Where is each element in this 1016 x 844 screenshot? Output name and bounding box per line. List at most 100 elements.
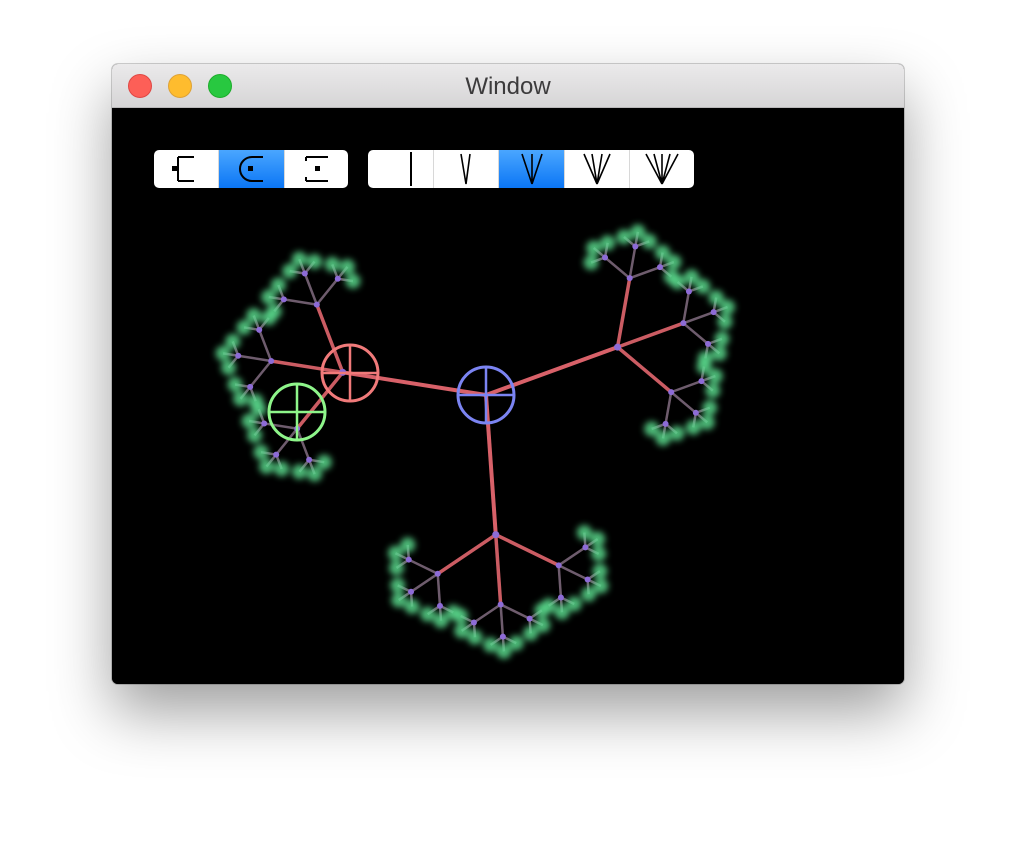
leaf-node [236,319,252,335]
tree-edge [664,391,673,425]
leaf-node [535,617,551,633]
branch-node [235,352,242,359]
five-branches-icon [645,153,679,185]
tree-edge [303,273,318,306]
branch-node [470,619,477,626]
leaf-node [400,537,416,553]
leaf-node [508,635,524,651]
leaf-node [404,599,420,615]
leaf-node [523,625,539,641]
leaf-node [695,278,711,294]
leaf-node [387,545,403,561]
branch-node [434,570,441,577]
branch-node [256,326,263,333]
branch-node [436,602,443,609]
leaf-node [583,255,599,271]
tree-edge [270,359,344,375]
tree-edge [615,277,632,348]
left-bracket-node-icon [172,156,194,182]
two-branches-icon [460,153,471,185]
branch-node [656,264,663,271]
leaf-node [274,461,290,477]
tree-edge [616,345,673,394]
branch-node [306,456,313,463]
tree-edge [604,256,631,280]
leaf-node [291,251,307,267]
leaf-node [246,308,262,324]
leaf-node [339,259,355,275]
leaf-node [593,578,609,594]
tree-edge [264,422,298,430]
leaf-node [261,289,277,305]
tree-edge [494,533,560,567]
branch-node [334,275,341,282]
branch-node [301,270,308,277]
branching-segment-3[interactable] [498,150,564,188]
leaf-node [316,454,332,470]
tertiary-target-icon[interactable] [267,382,327,442]
tree-edge [436,533,497,576]
branch-node [261,420,268,427]
tree-edge [682,322,709,345]
leaf-node [714,331,730,347]
branching-segment-1[interactable] [368,150,433,188]
radial-node-icon [238,156,263,182]
branching-segmented-control[interactable] [368,150,694,188]
layout-segment-bracket[interactable] [154,150,218,188]
tree-edge [682,291,691,324]
leaf-node [345,273,361,289]
tree-edge [283,298,317,306]
tree-edge [682,310,715,325]
branch-node [662,420,669,427]
tree-canvas[interactable] [112,108,904,684]
branch-node [584,576,591,583]
branching-segment-2[interactable] [433,150,498,188]
leaf-node [248,393,264,409]
leaf-clusters [215,224,736,659]
branch-node [405,556,412,563]
leaf-node [669,425,685,441]
layout-segment-boxed[interactable] [284,150,348,188]
leaf-node [666,254,682,270]
leaf-node [282,263,298,279]
leaf-node [391,592,407,608]
leaf-node [590,531,606,547]
branching-segment-5[interactable] [629,150,694,188]
branch-node [632,243,639,250]
leaf-node [534,602,550,618]
branch-node [710,309,717,316]
canvas-area[interactable] [112,108,904,684]
layout-segmented-control[interactable] [154,150,348,188]
leaf-node [641,233,657,249]
leaf-node [307,466,323,482]
tree-edge [557,546,587,567]
tree-edge [670,391,697,414]
leaf-node [241,413,257,429]
tree-edge [670,379,702,394]
branch-node [492,531,500,539]
leaf-node [711,345,727,361]
leaf-node [705,383,721,399]
leaf-node [699,414,715,430]
leaf-node [586,240,602,256]
three-branches-icon [520,153,543,185]
leaf-node [247,427,263,443]
branch-node [526,615,533,622]
leaf-node [670,274,686,290]
branching-segment-4[interactable] [564,150,629,188]
root-target-icon[interactable] [456,365,516,425]
leaf-node [720,299,736,315]
tree-edge [249,360,273,388]
leaf-node [467,629,483,645]
window-title: Window [465,73,551,100]
tree-edge [408,558,439,575]
tree-edge [295,371,345,430]
layout-segment-radial[interactable] [218,150,284,188]
leaf-node [581,586,597,602]
secondary-target-icon[interactable] [320,343,380,403]
boxed-node-icon [304,156,328,182]
tree-edge [436,573,442,607]
branch-node [614,343,622,351]
leaf-node [445,604,461,620]
branch-node [313,301,320,308]
